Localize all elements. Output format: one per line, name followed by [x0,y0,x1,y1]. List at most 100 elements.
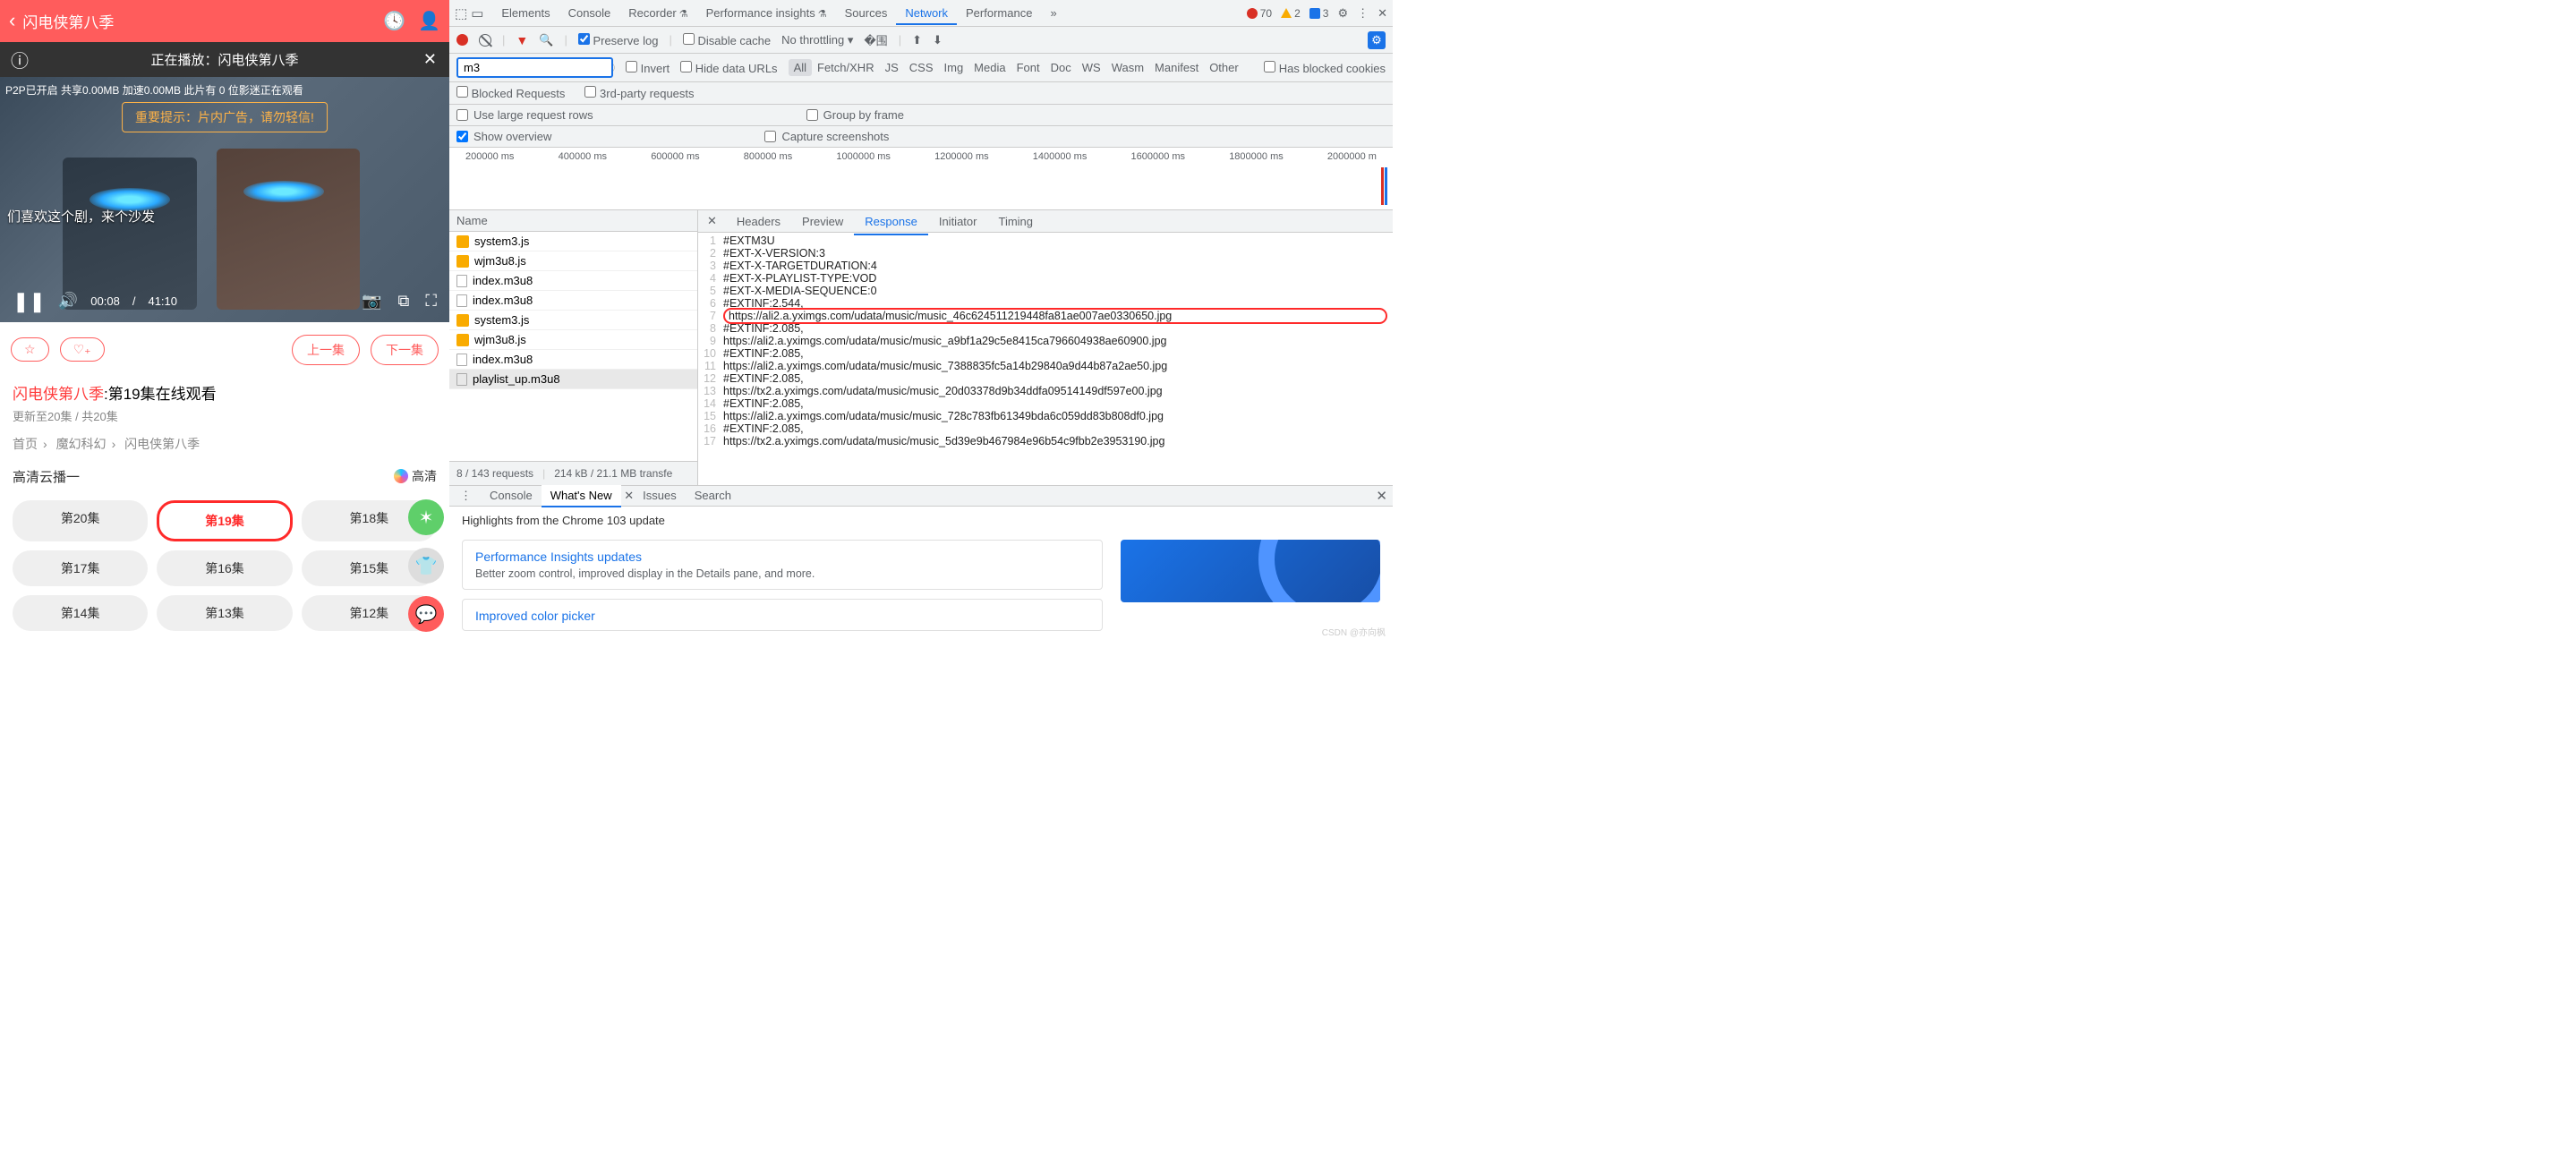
devtools-tab[interactable]: Network [896,3,957,25]
third-party-checkbox[interactable]: 3rd-party requests [584,86,694,100]
type-filter-chip[interactable]: Wasm [1106,59,1149,76]
episode-button[interactable]: 第16集 [157,550,292,586]
type-filter-chip[interactable]: Fetch/XHR [812,59,880,76]
devtools-close-icon[interactable]: ✕ [1378,6,1387,21]
type-filter-chip[interactable]: Doc [1045,59,1077,76]
drawer-close-icon[interactable]: ✕ [1376,488,1387,504]
close-icon[interactable]: ✕ [423,50,437,69]
type-filter-chip[interactable]: Media [968,59,1011,76]
request-row[interactable]: index.m3u8 [449,291,697,311]
info-icon[interactable]: ⓘ [11,47,29,72]
detail-tab[interactable]: Response [854,209,928,235]
type-filter-chip[interactable]: All [789,59,812,76]
close-detail-icon[interactable]: ✕ [698,210,726,232]
devtools-tab[interactable]: Performance insights [697,3,836,23]
whatsnew-card-1[interactable]: Performance Insights updates Better zoom… [462,540,1103,590]
type-filter-chip[interactable]: CSS [904,59,939,76]
feedback-icon[interactable]: 💬 [408,596,444,632]
devtools-tab[interactable]: Sources [836,3,897,23]
filter-icon[interactable]: ▼ [516,33,528,47]
name-column-header[interactable]: Name [449,210,697,232]
upload-icon[interactable]: ⬆ [912,33,922,47]
drawer-menu-icon[interactable]: ⋮ [455,489,477,503]
fullscreen-icon[interactable]: ⛶ [425,292,437,311]
user-icon[interactable]: 👤 [418,10,440,32]
blocked-requests-checkbox[interactable]: Blocked Requests [456,86,565,100]
episode-button[interactable]: 第20集 [13,500,148,541]
wechat-icon[interactable]: ✶ [408,499,444,535]
pip-icon[interactable]: ⧉ [398,292,410,311]
drawer-tab[interactable]: Issues [634,485,686,506]
issues-badge[interactable]: 3 [1309,7,1329,20]
response-body[interactable]: 1#EXTM3U2#EXT-X-VERSION:33#EXT-X-TARGETD… [698,233,1393,485]
search-icon[interactable]: 🔍 [539,33,553,47]
invert-checkbox[interactable]: Invert [626,61,670,75]
request-row[interactable]: wjm3u8.js [449,251,697,271]
drawer-tab[interactable]: Search [686,485,740,506]
crumb-show[interactable]: 闪电侠第八季 [124,437,200,451]
request-row[interactable]: wjm3u8.js [449,330,697,350]
source-name[interactable]: 高清云播一 [13,467,80,486]
theme-icon[interactable]: 👕 [408,548,444,584]
request-row[interactable]: index.m3u8 [449,271,697,291]
detail-tab[interactable]: Timing [987,209,1044,234]
devtools-tab[interactable]: Console [559,3,620,23]
wifi-icon[interactable]: �围 [864,31,887,48]
episode-button[interactable]: 第14集 [13,595,148,631]
settings-icon[interactable]: ⚙ [1337,6,1348,21]
episode-button[interactable]: 第17集 [13,550,148,586]
clear-button[interactable] [479,34,491,47]
request-row[interactable]: system3.js [449,232,697,251]
favorite-button[interactable]: ☆ [11,337,49,362]
drawer-tab-close-icon[interactable]: ✕ [621,489,635,502]
group-by-frame-checkbox[interactable]: Group by frame [806,108,904,122]
crumb-home[interactable]: 首页 [13,437,38,451]
episode-button[interactable]: 第19集 [157,500,292,541]
blocked-cookies-checkbox[interactable]: Has blocked cookies [1264,61,1386,75]
devtools-tab[interactable]: Performance [957,3,1041,23]
filter-input[interactable] [456,57,613,78]
drawer-tab[interactable]: Console [481,485,542,506]
video-area[interactable]: P2P已开启 共享0.00MB 加速0.00MB 此片有 0 位影迷正在观看 重… [0,77,449,322]
type-filter-chip[interactable]: WS [1077,59,1106,76]
show-overview-checkbox[interactable]: Show overview [456,130,551,143]
timeline-overview[interactable]: 200000 ms400000 ms600000 ms800000 ms1000… [449,148,1393,210]
drawer-tab[interactable]: What's New [542,485,621,507]
inspect-icon[interactable]: ⬚ [455,5,467,21]
type-filter-chip[interactable]: Font [1011,59,1045,76]
quality-selector[interactable]: 高清 [394,467,437,485]
type-filter-chip[interactable]: JS [880,59,904,76]
more-tabs-icon[interactable]: » [1045,6,1062,20]
large-rows-checkbox[interactable]: Use large request rows [456,108,593,122]
network-settings-icon[interactable]: ⚙ [1368,31,1386,49]
camera-icon[interactable]: 📷 [362,292,381,311]
next-episode-button[interactable]: 下一集 [371,335,439,365]
throttling-select[interactable]: No throttling ▾ [781,33,853,47]
back-icon[interactable]: ‹ [9,9,15,32]
capture-screenshots-checkbox[interactable]: Capture screenshots [764,130,889,143]
hide-data-urls-checkbox[interactable]: Hide data URLs [680,61,777,75]
download-icon[interactable]: ⬇ [933,33,943,47]
type-filter-chip[interactable]: Manifest [1149,59,1204,76]
type-filter-chip[interactable]: Img [939,59,969,76]
record-button[interactable] [456,34,468,46]
like-button[interactable]: ♡₊ [60,337,105,362]
disable-cache-checkbox[interactable]: Disable cache [683,33,771,47]
prev-episode-button[interactable]: 上一集 [292,335,360,365]
kebab-icon[interactable]: ⋮ [1357,6,1369,21]
detail-tab[interactable]: Preview [791,209,854,234]
warnings-badge[interactable]: 2 [1281,7,1301,20]
pause-icon[interactable]: ❚❚ [13,290,46,313]
volume-icon[interactable]: 🔊 [58,292,78,311]
device-toggle-icon[interactable]: ▭ [471,5,483,21]
crumb-category[interactable]: 魔幻科幻 [56,437,107,451]
history-icon[interactable]: 🕓 [383,10,405,32]
detail-tab[interactable]: Headers [726,209,791,234]
request-row[interactable]: playlist_up.m3u8 [449,370,697,389]
errors-badge[interactable]: 70 [1247,7,1272,20]
detail-tab[interactable]: Initiator [928,209,988,234]
request-row[interactable]: index.m3u8 [449,350,697,370]
devtools-tab[interactable]: Elements [492,3,559,23]
whatsnew-card-2[interactable]: Improved color picker [462,599,1103,631]
type-filter-chip[interactable]: Other [1204,59,1244,76]
